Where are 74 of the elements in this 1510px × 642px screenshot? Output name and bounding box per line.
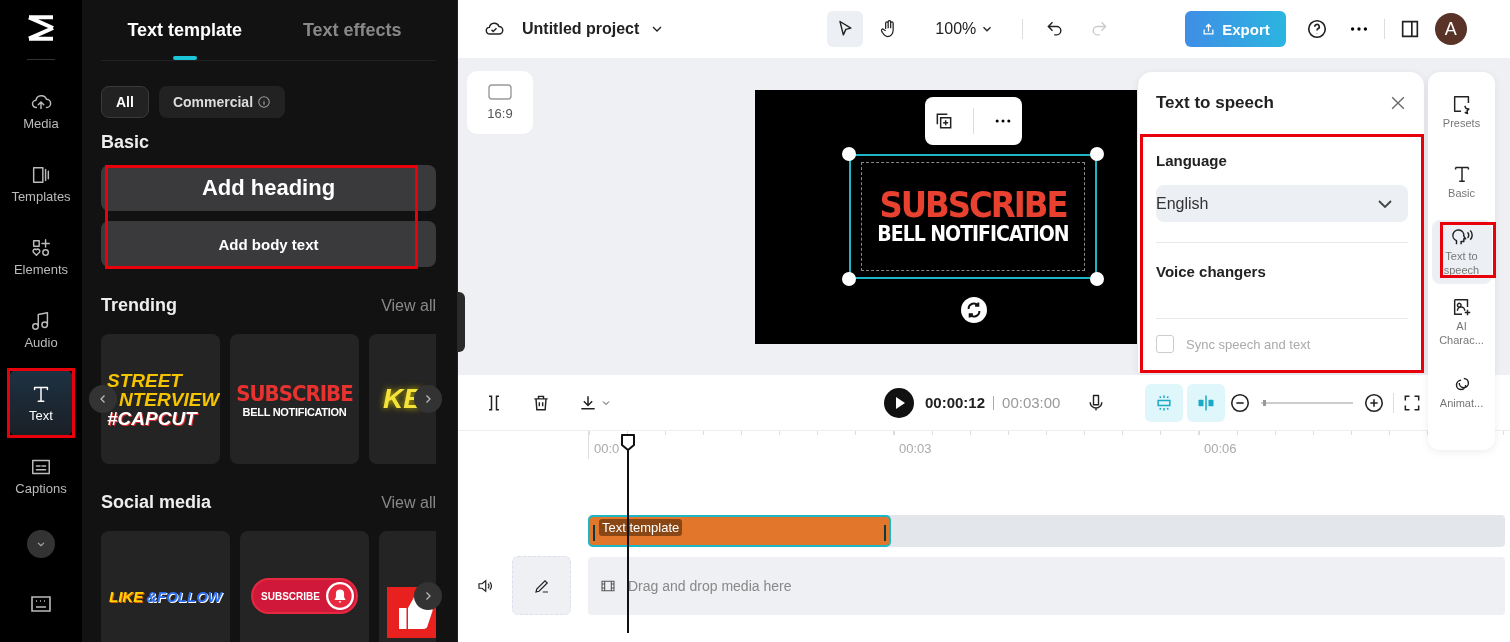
selection-frame[interactable] (849, 154, 1097, 279)
rectangle-icon (488, 84, 512, 100)
resize-handle[interactable] (1090, 147, 1104, 161)
add-heading-button[interactable]: Add heading (101, 165, 436, 211)
select-tool-button[interactable] (827, 11, 864, 47)
rail-item[interactable]: Elements (9, 224, 73, 290)
panel-tab[interactable]: Text effects (268, 0, 436, 60)
user-avatar[interactable]: A (1434, 13, 1467, 45)
elements-icon (30, 237, 52, 259)
language-dropdown[interactable]: English (1156, 185, 1408, 222)
field-label: Voice changers (1156, 262, 1267, 282)
thumbnail-text: KE (380, 383, 422, 415)
current-time: 00:00:12 (925, 394, 986, 411)
info-icon (257, 95, 272, 109)
chevron-down-icon (1378, 199, 1392, 208)
section-title: Basic (101, 132, 151, 153)
add-body-text-button[interactable]: Add body text (101, 221, 436, 267)
tool-item[interactable]: Presets (1431, 80, 1492, 144)
zoom-in-icon[interactable] (1363, 391, 1386, 414)
template-thumbnail[interactable]: SUBSCRIBE (240, 531, 369, 642)
thumbnail-text: LIKE (109, 587, 144, 605)
tool-item[interactable]: AI Charac... (1431, 290, 1492, 354)
snap-button[interactable] (1145, 383, 1184, 422)
tool-item[interactable]: Basic (1431, 150, 1492, 214)
zoom-dropdown[interactable]: 100% (935, 20, 995, 38)
upload-icon (1201, 21, 1217, 37)
view-all-link[interactable]: View all (381, 493, 436, 512)
panel-title: Text to speech (1156, 93, 1274, 113)
redo-icon (1089, 19, 1110, 39)
rail-item[interactable]: Captions (9, 443, 73, 509)
next-button[interactable] (414, 582, 442, 610)
play-button[interactable] (884, 387, 914, 418)
filter-chip[interactable]: All (101, 86, 149, 118)
thumbnail-text: NTERVIEW (119, 389, 220, 409)
previous-button[interactable] (89, 385, 117, 413)
zoom-slider[interactable] (1261, 401, 1354, 404)
tool-item[interactable]: Animat... (1431, 360, 1492, 424)
resize-handle[interactable] (842, 272, 856, 286)
app-logo-icon[interactable] (25, 12, 57, 44)
thumbnail-text: #CAPCUT (106, 408, 197, 428)
template-thumbnail[interactable]: LIKE &FOLLOW (101, 531, 230, 642)
filter-chip[interactable]: Commercial (158, 86, 286, 118)
zoom-out-icon[interactable] (1229, 391, 1252, 414)
total-duration: 00:03:00 (1002, 394, 1061, 411)
panel-tab[interactable]: Text template (101, 0, 269, 60)
help-icon[interactable] (1305, 18, 1328, 40)
thumbnail-text: &FOLLOW (146, 587, 222, 605)
aspect-ratio-button[interactable]: 16:9 (467, 71, 533, 134)
template-thumbnail[interactable]: SUBSCRIBE BELL NOTIFICATION (230, 334, 359, 464)
templates-icon (30, 164, 52, 186)
field-label: Language (1156, 151, 1228, 171)
rail-item[interactable]: Audio (9, 297, 73, 363)
thumbnail-text: BELL NOTIFICATION (242, 405, 347, 418)
rail-item[interactable]: Text (9, 370, 73, 436)
resize-handle[interactable] (1090, 272, 1104, 286)
resize-handle[interactable] (842, 147, 856, 161)
section-title: Trending (101, 295, 177, 316)
rotate-icon[interactable] (961, 297, 987, 323)
bell-icon (325, 582, 354, 610)
collapse-handle[interactable] (457, 292, 465, 352)
subscribe-badge: SUBSCRIBE (251, 578, 358, 614)
rail-item[interactable]: Templates (9, 151, 73, 217)
thumbnail-text: SUBSCRIBE (236, 380, 353, 406)
project-name-dropdown[interactable]: Untitled project (522, 20, 666, 38)
text-clip[interactable]: Text template (588, 515, 891, 547)
thumbnail-text: STREET (106, 370, 182, 390)
template-thumbnail[interactable]: KE (369, 334, 436, 464)
preview-text: BELL NOTIFICATION (877, 222, 1069, 247)
template-thumbnail[interactable]: STREET NTERVIEW #CAPCUT (101, 334, 220, 464)
rail-item[interactable]: Media (9, 78, 73, 144)
view-all-link[interactable]: View all (381, 296, 436, 315)
section-title: Social media (101, 492, 212, 513)
preview-text: SUBSCRIBE (879, 186, 1067, 223)
slider-thumb[interactable] (1263, 399, 1267, 406)
